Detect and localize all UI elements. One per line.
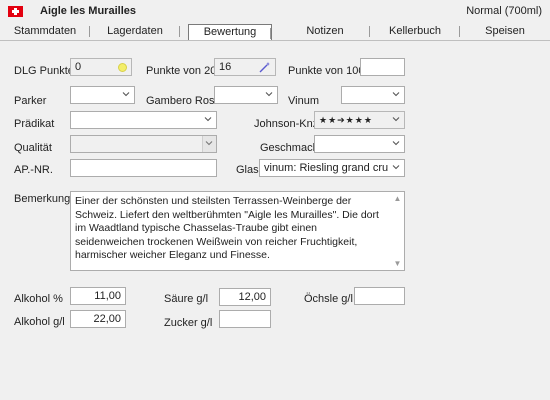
chevron-down-icon — [122, 90, 130, 98]
gambero-select[interactable] — [214, 86, 278, 104]
ap-label: AP.-NR. — [14, 164, 53, 176]
alkohol-pct-label: Alkohol % — [14, 293, 63, 305]
chevron-down-icon — [205, 139, 213, 147]
tab-kellerbuch[interactable]: Kellerbuch — [370, 23, 460, 40]
scroll-down-icon[interactable]: ▼ — [393, 259, 402, 268]
medal-icon — [118, 63, 127, 72]
p100-label: Punkte von 100 — [288, 65, 365, 77]
chevron-down-icon — [204, 115, 212, 123]
zucker-field[interactable] — [219, 310, 271, 328]
tab-lagerdaten[interactable]: Lagerdaten — [90, 23, 180, 40]
p20-label: Punkte von 20 — [146, 65, 217, 77]
tab-strip: Stammdaten Lagerdaten Bewertung Notizen … — [0, 23, 550, 41]
parker-select[interactable] — [70, 86, 135, 104]
dlg-points-value: 0 — [75, 61, 82, 73]
johnson-select[interactable]: ★★➔★★★ — [314, 111, 405, 129]
title-bar: Aigle les Murailles Normal (700ml) — [0, 0, 550, 23]
swiss-flag-icon — [8, 6, 23, 17]
chevron-down-icon — [392, 90, 400, 98]
dlg-label: DLG Punkte — [14, 65, 74, 77]
chevron-down-icon — [392, 139, 400, 147]
tab-speisen[interactable]: Speisen — [460, 23, 550, 40]
saeure-field[interactable]: 12,00 — [219, 288, 271, 306]
bemerkung-label: Bemerkung — [14, 193, 71, 205]
bemerkung-textarea[interactable]: Einer der schönsten und steilsten Terras… — [70, 191, 405, 271]
bottle-size: Normal (700ml) — [466, 5, 542, 17]
qualitaet-select[interactable] — [70, 135, 217, 153]
alkohol-pct-field[interactable]: 11,00 — [70, 287, 126, 305]
tab-stammdaten[interactable]: Stammdaten — [0, 23, 90, 40]
parker-label: Parker — [14, 95, 47, 107]
tab-bewertung[interactable]: Bewertung — [188, 24, 272, 40]
praedikat-select[interactable] — [70, 111, 217, 129]
oechsle-field[interactable] — [354, 287, 405, 305]
scroll-up-icon[interactable]: ▲ — [393, 194, 402, 203]
tab-notizen[interactable]: Notizen — [280, 23, 370, 40]
vinum-label: Vinum — [288, 95, 319, 107]
praedikat-label: Prädikat — [14, 118, 55, 130]
points-20-field[interactable]: 16 — [214, 58, 276, 76]
chevron-down-icon — [392, 163, 400, 171]
alkohol-gl-field[interactable]: 22,00 — [70, 310, 126, 328]
johnson-label: Johnson-Knz. — [254, 118, 322, 130]
glas-label: Glas — [236, 164, 259, 176]
qualitaet-label: Qualität — [14, 142, 52, 154]
geschmack-select[interactable] — [314, 135, 405, 153]
johnson-value: ★★➔★★★ — [319, 115, 373, 125]
zucker-label: Zucker g/l — [164, 317, 213, 329]
dlg-points-field[interactable]: 0 — [70, 58, 132, 76]
chevron-down-icon — [392, 115, 400, 123]
bemerkung-text: Einer der schönsten und steilsten Terras… — [75, 195, 379, 261]
glas-select[interactable]: vinum: Riesling grand cru — [259, 159, 405, 177]
wine-title: Aigle les Murailles — [40, 5, 136, 17]
magic-wand-icon[interactable] — [259, 61, 271, 73]
geschmack-label: Geschmack — [260, 142, 319, 154]
chevron-down-icon — [265, 90, 273, 98]
saeure-label: Säure g/l — [164, 293, 209, 305]
points-100-field[interactable] — [360, 58, 405, 76]
oechsle-label: Öchsle g/l — [304, 293, 353, 305]
ap-nr-field[interactable] — [70, 159, 217, 177]
alkohol-gl-label: Alkohol g/l — [14, 316, 65, 328]
vinum-select[interactable] — [341, 86, 405, 104]
memo-scrollbar[interactable]: ▲ ▼ — [391, 192, 404, 270]
glas-value: vinum: Riesling grand cru — [264, 162, 389, 174]
points-20-value: 16 — [219, 61, 232, 73]
